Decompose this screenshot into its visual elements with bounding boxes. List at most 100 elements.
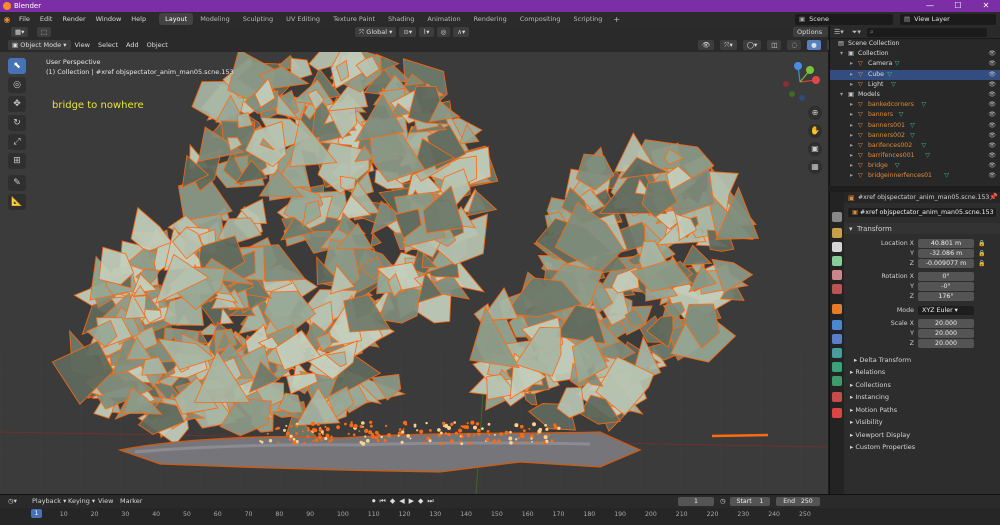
tab-modeling[interactable]: Modeling [194,13,236,25]
eye-icon[interactable]: 👁 [988,121,996,131]
menu-timeline-view[interactable]: View [98,497,113,505]
panel-section[interactable]: ▸ Relations [850,368,885,376]
current-frame-field[interactable]: 1 [678,497,714,506]
scale-x-field[interactable]: 20.000 [918,319,974,328]
mesh-data-icon[interactable]: ▽ [925,151,930,161]
navigation-gizmo[interactable] [776,58,826,106]
end-frame-field[interactable]: End 250 [776,497,820,506]
location-z-field[interactable]: -0.009077 m [918,259,974,268]
jump-end-icon[interactable]: ⏭ [427,497,433,506]
panel-section[interactable]: ▸ Motion Paths [850,406,897,414]
chevron-right-icon[interactable]: ▸ [850,171,853,181]
mesh-data-icon[interactable]: ▽ [891,80,896,90]
tab-animation[interactable]: Animation [421,13,466,25]
eye-icon[interactable]: 👁 [988,141,996,151]
start-frame-field[interactable]: Start 1 [730,497,770,506]
outliner-item[interactable]: ▸ ▽ Light ▽ 👁 [830,80,1000,90]
rotation-x-field[interactable]: 0° [918,272,974,281]
select-mode-button[interactable]: ⬚ [37,27,52,37]
tab-rendering[interactable]: Rendering [468,13,513,25]
mesh-data-icon[interactable]: ▽ [921,141,926,151]
close-button[interactable]: ✕ [972,0,1000,12]
chevron-right-icon[interactable]: ▸ [850,121,853,131]
filter-icon[interactable]: ⏷▾ [848,28,865,37]
lock-icon[interactable]: 🔒 [978,239,985,249]
eye-icon[interactable]: 👁 [988,90,996,100]
scene-tab-icon[interactable] [832,270,842,280]
eye-icon[interactable]: 👁 [988,110,996,120]
next-keyframe-icon[interactable]: ◆ [418,497,423,506]
chevron-down-icon[interactable]: ▾ [840,90,843,100]
camera-view-icon[interactable]: ▣ [808,142,822,156]
proportional-edit-button[interactable]: ◎ [436,27,451,37]
viewport-menu-view[interactable]: View [71,41,94,49]
panel-section[interactable]: ▸ Custom Properties [850,443,915,451]
mesh-data-icon[interactable]: ▽ [895,59,900,69]
tab-layout[interactable]: Layout [159,13,194,25]
tab-texture-paint[interactable]: Texture Paint [327,13,381,25]
lock-icon[interactable]: 🔒 [978,249,985,259]
timeline-editor-icon[interactable]: ◷▾ [8,497,17,505]
chevron-right-icon[interactable]: ▸ [850,59,853,69]
object-name-field[interactable]: ▣ #xref objspectator_anim_man05.scne.153 [848,208,996,217]
particles-tab-icon[interactable] [832,334,842,344]
eye-icon[interactable]: 👁 [988,161,996,171]
view-layer-tab-icon[interactable] [832,256,842,266]
outliner-item[interactable]: ▾ ▣ Models 👁 [830,90,1000,100]
clock-icon[interactable]: ◷ [720,497,726,505]
pan-hand-icon[interactable]: ✋ [808,124,822,138]
physics-tab-icon[interactable] [832,348,842,358]
data-tab-icon[interactable] [832,376,842,386]
overlay-icon[interactable]: ◯▾ [742,40,762,50]
menu-playback[interactable]: Playback ▾ [32,497,66,505]
gizmo-x-icon[interactable] [812,76,820,84]
play-icon[interactable]: ▶ [409,497,414,506]
gizmo-y-icon[interactable] [806,66,814,74]
tool-tab-icon[interactable] [832,212,842,222]
eye-icon[interactable]: 👁 [988,70,996,80]
menu-keying[interactable]: Keying ▾ [68,497,95,505]
outliner-item[interactable]: ▸ ▽ Camera ▽ 👁 [830,59,1000,69]
menu-help[interactable]: Help [126,12,151,26]
record-icon[interactable]: ⏺ [372,497,376,506]
material-tab-icon[interactable] [832,392,842,402]
menu-file[interactable]: File [14,12,35,26]
ortho-grid-icon[interactable]: ▦ [808,160,822,174]
panel-section[interactable]: ▸ Collections [850,381,891,389]
scale-icon[interactable]: ⤢ [8,134,26,150]
rotation-z-field[interactable]: 176° [918,292,974,301]
playhead[interactable]: 1 [31,509,42,518]
eye-icon[interactable]: 👁 [988,171,996,181]
mesh-data-icon[interactable]: ▽ [944,171,949,181]
visibility-icon[interactable]: 👁▾ [698,40,715,59]
add-workspace-button[interactable]: + [609,15,624,24]
mesh-data-icon[interactable]: ▽ [899,110,904,120]
annotate-icon[interactable]: ✎ [8,175,26,191]
outliner-item[interactable]: ▸ ▽ banners002 ▽ 👁 [830,131,1000,141]
3d-viewport[interactable]: User Perspective (1) Collection | #xref … [0,52,828,494]
outliner-item[interactable]: ▸ ▽ banners ▽ 👁 [830,110,1000,120]
tab-scripting[interactable]: Scripting [568,13,609,25]
tab-compositing[interactable]: Compositing [514,13,567,25]
outliner-item[interactable]: ▤ Scene Collection [830,39,1000,49]
pivot-button[interactable]: ⊙▾ [399,27,417,37]
prev-keyframe-icon[interactable]: ◆ [390,497,395,506]
shading-wireframe-icon[interactable]: ◌ [787,40,802,50]
render-tab-icon[interactable] [832,228,842,238]
transform-orientation-dropdown[interactable]: ⤧ Global ▾ [355,27,397,37]
scale-y-field[interactable]: 20.000 [918,329,974,338]
mesh-data-icon[interactable]: ▽ [887,70,892,80]
object-mode-dropdown[interactable]: ▣ Object Mode ▾ [8,40,71,50]
eye-icon[interactable]: 👁 [988,100,996,110]
play-reverse-icon[interactable]: ◀ [399,497,404,506]
gizmo-icon[interactable]: ⤧▾ [720,40,737,50]
eye-icon[interactable]: 👁 [988,49,996,59]
viewport-menu-select[interactable]: Select [94,41,122,49]
location-x-field[interactable]: 40.801 m [918,239,974,248]
xray-icon[interactable]: ◫ [767,40,782,50]
outliner-item[interactable]: ▸ ▽ barrifences001 ▽ 👁 [830,151,1000,161]
outliner-item[interactable]: ▸ ▽ barifences002 ▽ 👁 [830,141,1000,151]
viewport-menu-object[interactable]: Object [143,41,172,49]
rotation-mode-dropdown[interactable]: XYZ Euler ▾ [918,306,974,315]
falloff-button[interactable]: ∧▾ [453,27,470,37]
